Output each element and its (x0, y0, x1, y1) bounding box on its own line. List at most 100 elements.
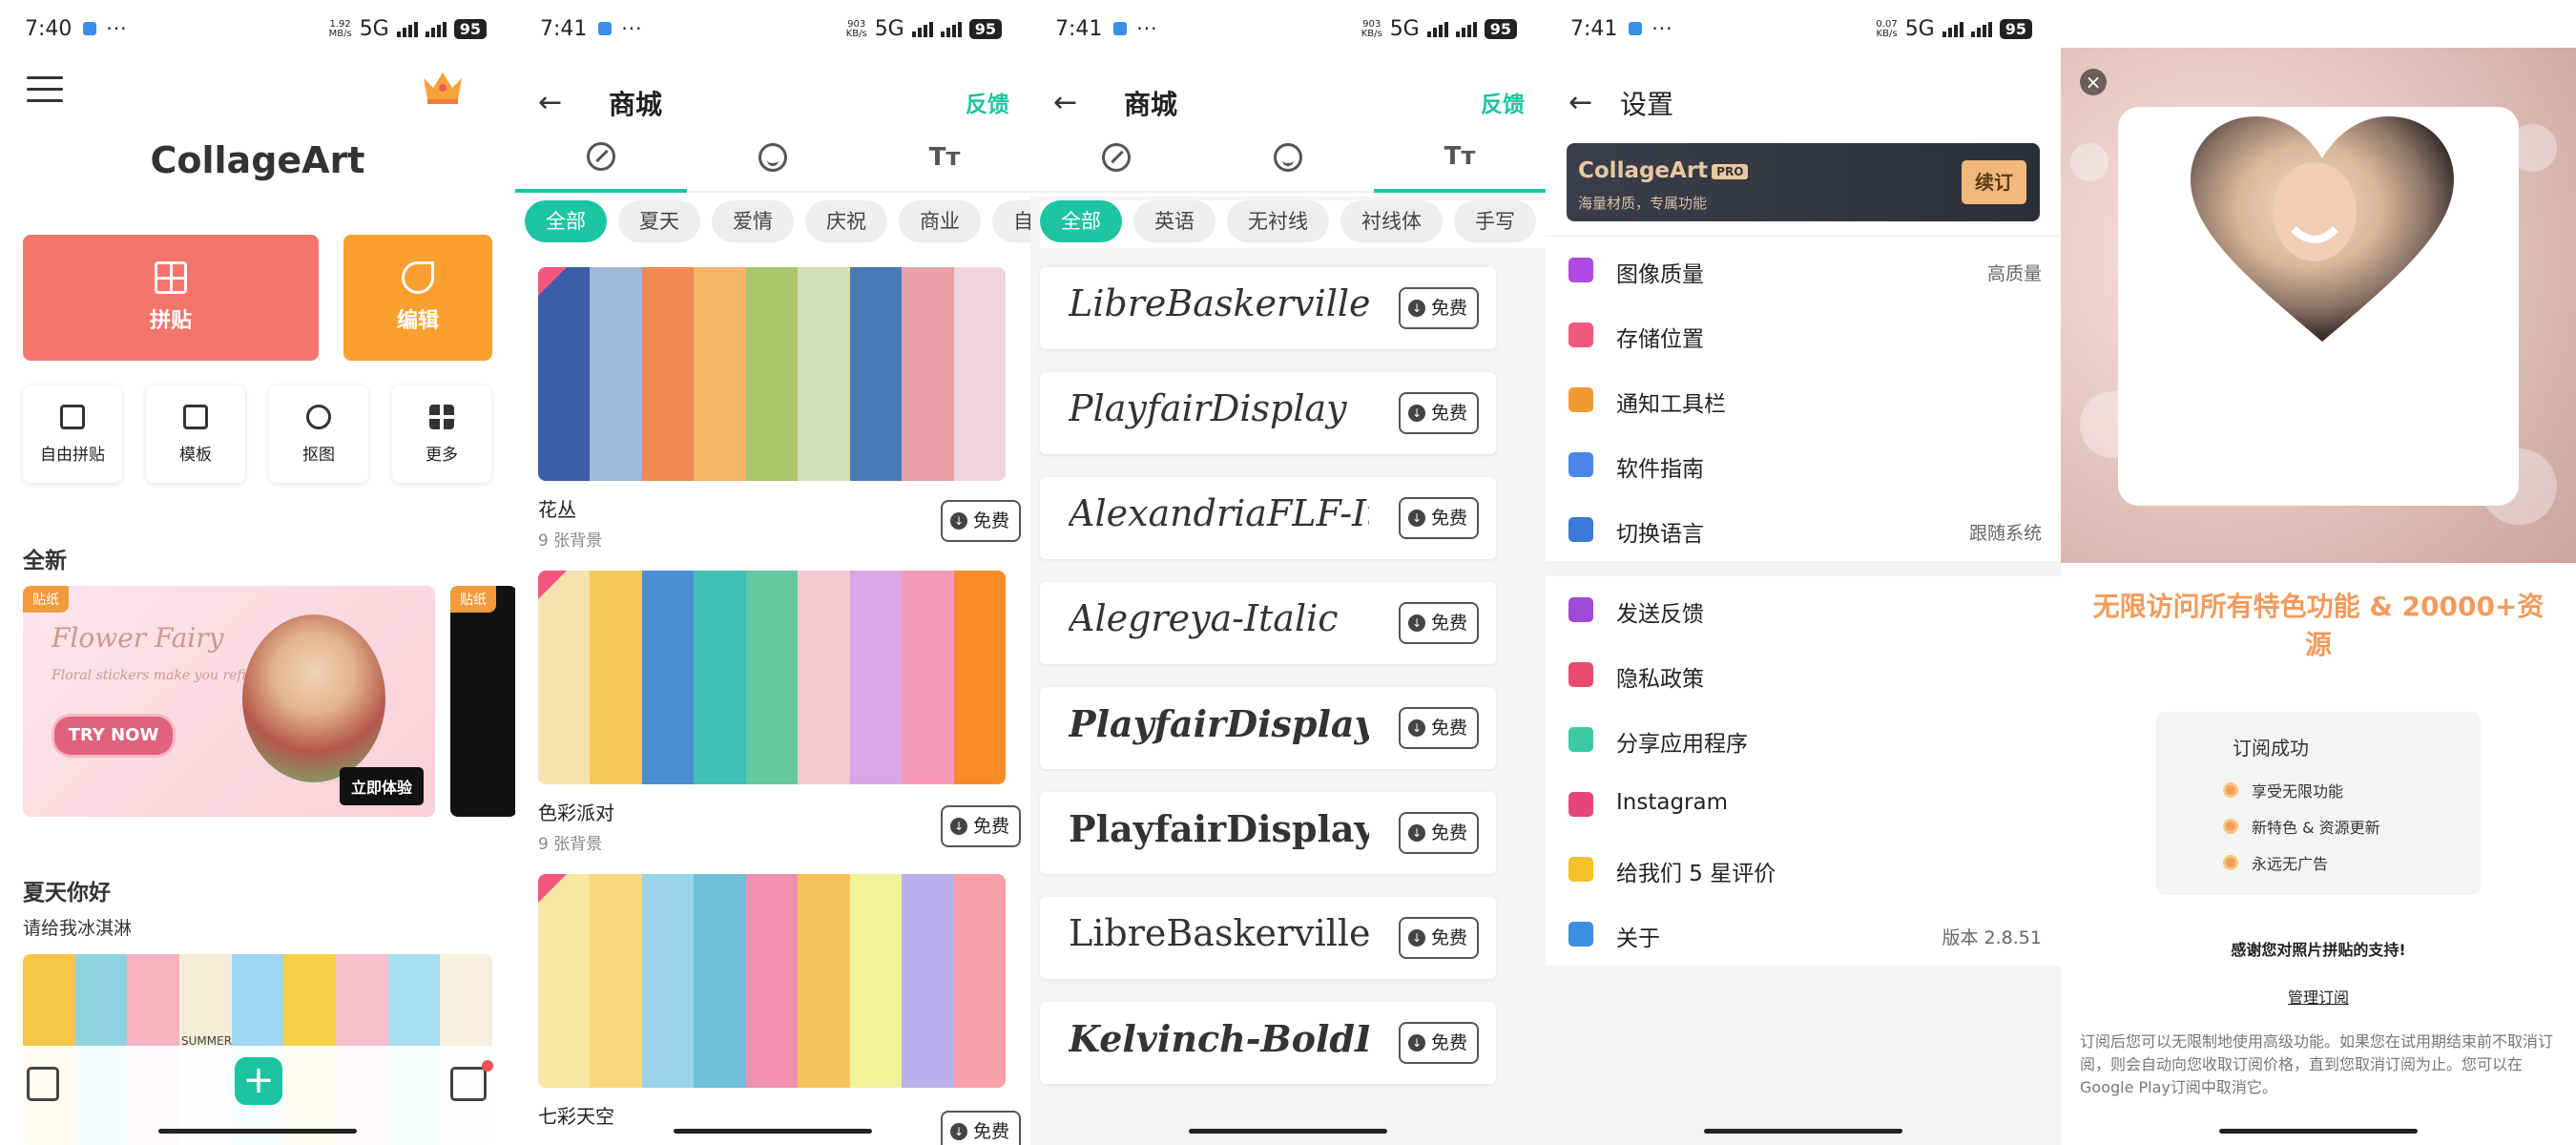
font-card[interactable]: PlayfairDisplay ↓ 免费 (1040, 792, 1496, 874)
edit-button[interactable]: 编辑 (343, 235, 492, 361)
home-indicator[interactable] (674, 1129, 872, 1134)
font-card[interactable]: PlayfairDisplay ↓ 免费 (1040, 687, 1496, 769)
renew-button[interactable]: 续订 (1962, 160, 2026, 204)
success-title: 订阅成功 (2233, 737, 2309, 760)
chip-all[interactable]: 全部 (525, 200, 607, 242)
settings-row[interactable]: 图像质量 高质量 (1546, 237, 2061, 302)
free-download-button[interactable]: ↓ 免费 (1398, 287, 1479, 329)
settings-row[interactable]: 发送反馈 (1546, 576, 2061, 641)
try-now-button[interactable]: TRY NOW (52, 714, 176, 758)
free-download-button[interactable]: ↓ 免费 (1398, 1022, 1479, 1064)
download-icon: ↓ (1407, 1034, 1425, 1051)
settings-row-label: 给我们 5 星评价 (1616, 862, 1776, 886)
battery-icon: 95 (453, 19, 487, 39)
settings-row[interactable]: 关于 版本 2.8.51 (1546, 901, 2061, 966)
pattern-strip (590, 874, 642, 1088)
more-button[interactable]: 更多 (392, 385, 491, 483)
pack-name: 花丛 (538, 498, 576, 521)
pattern-strip (798, 267, 850, 481)
font-card[interactable]: Alegreya-Italic ↓ 免费 (1040, 582, 1496, 664)
chip-handwriting[interactable]: 手写 (1454, 200, 1536, 242)
banner-subtitle: Floral stickers make you refined (52, 668, 272, 683)
free-download-button[interactable]: ↓ 免费 (1398, 497, 1479, 539)
cutout-button[interactable]: 抠图 (269, 385, 368, 483)
signal-icon (1942, 21, 1963, 37)
back-arrow-icon[interactable]: ← (1568, 86, 1592, 119)
free-download-button[interactable]: ↓ 免费 (1398, 707, 1479, 749)
feedback-link[interactable]: 反馈 (1481, 86, 1525, 118)
settings-row[interactable]: 软件指南 (1546, 431, 2061, 496)
chip-sans-serif[interactable]: 无衬线 (1227, 200, 1329, 242)
store-icon[interactable] (450, 1060, 493, 1101)
chip-all[interactable]: 全部 (1040, 200, 1122, 242)
back-arrow-icon[interactable]: ← (1053, 86, 1077, 119)
home-indicator[interactable] (1189, 1129, 1387, 1134)
sticker-icon (758, 143, 787, 172)
menu-icon[interactable] (27, 76, 63, 111)
try-experience-button[interactable]: 立即体验 (339, 767, 424, 805)
feedback-link[interactable]: 反馈 (966, 86, 1009, 118)
pack-count: 9 张背景 (538, 835, 603, 854)
second-banner[interactable]: 贴纸 (450, 586, 515, 817)
font-card[interactable]: Kelvinch-BoldItalic ↓免费 (1040, 1002, 1496, 1084)
manage-subscription-link[interactable]: 管理订阅 (2061, 985, 2576, 1008)
free-download-button[interactable]: ↓ 免费 (1398, 917, 1479, 959)
template-label: 模板 (179, 445, 212, 465)
font-card[interactable]: AlexandriaFLF-Italic ↓免费 (1040, 477, 1496, 559)
free-download-button[interactable]: ↓ 免费 (1398, 812, 1479, 854)
settings-row[interactable]: 存储位置 (1546, 302, 2061, 366)
chip-serif[interactable]: 衬线体 (1340, 200, 1443, 242)
tab-backgrounds[interactable] (1030, 124, 1202, 191)
font-card[interactable]: LibreBaskerville ↓ 免费 (1040, 267, 1496, 349)
collage-button[interactable]: 拼贴 (23, 235, 319, 361)
font-card[interactable]: PlayfairDisplay ↓ 免费 (1040, 372, 1496, 454)
home-indicator[interactable] (1704, 1129, 1902, 1134)
home-indicator[interactable] (158, 1129, 357, 1134)
free-download-button[interactable]: ↓ 免费 (1398, 392, 1479, 434)
free-download-button[interactable]: ↓ 免费 (1398, 602, 1479, 644)
chip-english[interactable]: 英语 (1133, 200, 1215, 242)
free-download-button[interactable]: ↓ 免费 (940, 500, 1021, 542)
back-arrow-icon[interactable]: ← (538, 86, 562, 119)
free-collage-button[interactable]: 自由拼贴 (23, 385, 122, 483)
settings-row[interactable]: 分享应用程序 (1546, 706, 2061, 771)
font-card[interactable]: LibreBaskerville-Bold ↓免费 (1040, 897, 1496, 979)
chip-love[interactable]: 爱情 (712, 200, 794, 242)
tab-stickers[interactable] (1202, 124, 1374, 191)
pack-card-color-party[interactable] (538, 571, 1006, 784)
settings-row[interactable]: Instagram (1546, 771, 2061, 836)
pro-membership-card[interactable]: CollageArt PRO 海量材质，专属功能 续订 (1567, 143, 2040, 221)
status-time: 7:40 (25, 16, 73, 41)
settings-row[interactable]: 给我们 5 星评价 (1546, 836, 2061, 901)
tab-backgrounds[interactable] (515, 124, 687, 193)
chip-summer[interactable]: 夏天 (618, 200, 700, 242)
settings-row-label: 图像质量 (1616, 262, 1704, 287)
crown-icon[interactable] (420, 69, 466, 105)
benefit-item: 新特色 & 资源更新 (2223, 815, 2380, 838)
bullet-icon (2223, 819, 2238, 834)
chip-business[interactable]: 商业 (899, 200, 981, 242)
chip-celebrate[interactable]: 庆祝 (805, 200, 887, 242)
tab-fonts[interactable]: Tт (1374, 124, 1546, 193)
tab-stickers[interactable] (687, 124, 859, 191)
pack-card-flowers[interactable] (538, 267, 1006, 481)
settings-row[interactable]: 切换语言 跟随系统 (1546, 496, 2061, 561)
free-download-button[interactable]: ↓ 免费 (940, 1111, 1021, 1145)
flower-fairy-banner[interactable]: 贴纸 Flower Fairy Floral stickers make you… (23, 586, 435, 817)
tab-fonts[interactable]: Tт (859, 124, 1030, 191)
home-indicator[interactable] (2219, 1129, 2418, 1134)
chip-more[interactable]: 自 (992, 200, 1030, 242)
settings-row[interactable]: 隐私政策 (1546, 641, 2061, 706)
free-download-button[interactable]: ↓ 免费 (940, 805, 1021, 847)
home-screen: 7:40 ··· 1.92 MB/s 5G 95 CollageArt 拼贴 编辑… (0, 0, 515, 1145)
settings-row-icon (1568, 597, 1593, 622)
settings-row[interactable]: 通知工具栏 (1546, 366, 2061, 431)
pattern-strip (849, 571, 903, 784)
template-button[interactable]: 模板 (146, 385, 245, 483)
add-icon[interactable]: + (235, 1057, 282, 1105)
pack-card-rainbow-sky[interactable] (538, 874, 1006, 1088)
download-icon: ↓ (1407, 614, 1425, 632)
download-icon: ↓ (1407, 405, 1425, 422)
drafts-icon[interactable] (27, 1067, 59, 1101)
close-icon[interactable]: × (2080, 69, 2107, 95)
